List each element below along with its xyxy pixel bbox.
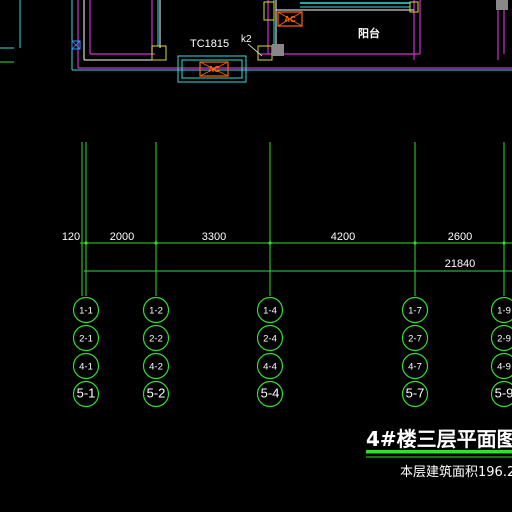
title-underline (366, 450, 512, 454)
axis-bubble: 2-2 (142, 324, 170, 352)
axis-bubble: 1-4 (256, 296, 284, 324)
dimension-total: 21840 (445, 258, 476, 270)
axis-bubble: 5-9 (490, 380, 512, 408)
axis-bubble: 2-7 (401, 324, 429, 352)
axis-lines (81, 142, 506, 296)
dimension-4200: 4200 (331, 231, 355, 243)
axis-bubbles: 1-1 2-1 4-1 5-1 1-2 2-2 4-2 5-2 1-4 2-4 4-4 5-4 1-7 2… (72, 296, 512, 408)
column-marker (496, 0, 508, 10)
axis-bubble-label: 2-4 (263, 334, 277, 345)
title-block: 4#楼三层平面图 本层建筑面积196.2 (366, 427, 512, 480)
axis-bubble-label: 1-2 (149, 306, 163, 317)
axis-bubble-label: 5-9 (495, 386, 512, 401)
column (257, 45, 273, 61)
axis-bubble-label: 1-7 (408, 306, 422, 317)
area-subtitle: 本层建筑面积196.2 (400, 464, 512, 480)
axis-bubble-label: 2-1 (79, 334, 93, 345)
axis-bubble: 1-1 (72, 296, 100, 324)
axis-bubble-label: 5-1 (77, 386, 96, 401)
k-label: k2 (241, 34, 252, 45)
axis-bubble-label: 2-2 (149, 334, 163, 345)
axis-bubble-label: 1-4 (263, 306, 277, 317)
axis-bubble-label: 2-7 (408, 334, 422, 345)
axis-bubble-label: 4-4 (263, 362, 277, 373)
dimension-120: 120 (62, 231, 80, 243)
axis-bubble-label: 1-9 (497, 306, 511, 317)
axis-bubble: 4-1 (72, 352, 100, 380)
ac-label: AC (284, 15, 296, 24)
axis-bubble: 2-4 (256, 324, 284, 352)
axis-bubble-label: 1-1 (79, 306, 93, 317)
drawing-title: 4#楼三层平面图 (366, 427, 512, 451)
dimension-2600: 2600 (448, 231, 472, 243)
axis-bubble: 1-7 (401, 296, 429, 324)
axis-bubble: 4-7 (401, 352, 429, 380)
dimension-2000: 2000 (110, 231, 134, 243)
axis-bubble: 5-7 (401, 380, 429, 408)
axis-bubble-label: 5-2 (147, 386, 166, 401)
axis-bubble: 4-4 (256, 352, 284, 380)
axis-bubble: 4-2 (142, 352, 170, 380)
axis-bubble-label: 4-2 (149, 362, 163, 373)
ac-unit: AC (277, 11, 303, 27)
axis-bubble-label: 4-1 (79, 362, 93, 373)
axis-bubble: 1-2 (142, 296, 170, 324)
axis-bubble: 5-2 (142, 380, 170, 408)
dimension-3300: 3300 (202, 231, 226, 243)
ac-unit: AC (199, 61, 229, 77)
axis-bubble: 2-1 (72, 324, 100, 352)
column (151, 45, 167, 61)
column-marker (272, 44, 284, 56)
axis-bubble-label: 4-7 (408, 362, 422, 373)
axis-bubble-label: 2-9 (497, 334, 511, 345)
column (263, 1, 275, 21)
axis-bubble-label: 5-7 (406, 386, 425, 401)
floor-plan-fragment: AC AC TC1815 k2 阳台 (0, 0, 512, 83)
floor-plan-drawing: AC AC TC1815 k2 阳台 120 2000 3300 4200 26… (0, 0, 512, 480)
axis-bubble-label: 4-9 (497, 362, 511, 373)
axis-bubble: 1-9 (490, 296, 512, 324)
dimension-chain: 120 2000 3300 4200 2600 21840 (62, 231, 512, 272)
axis-bubble-label: 5-4 (261, 386, 280, 401)
ac-label: AC (208, 65, 220, 74)
axis-bubble: 5-1 (72, 380, 100, 408)
axis-bubble: 5-4 (256, 380, 284, 408)
axis-bubble: 4-9 (490, 352, 512, 380)
balcony-label: 阳台 (358, 26, 380, 40)
window-label: TC1815 (190, 38, 229, 50)
axis-bubble: 2-9 (490, 324, 512, 352)
